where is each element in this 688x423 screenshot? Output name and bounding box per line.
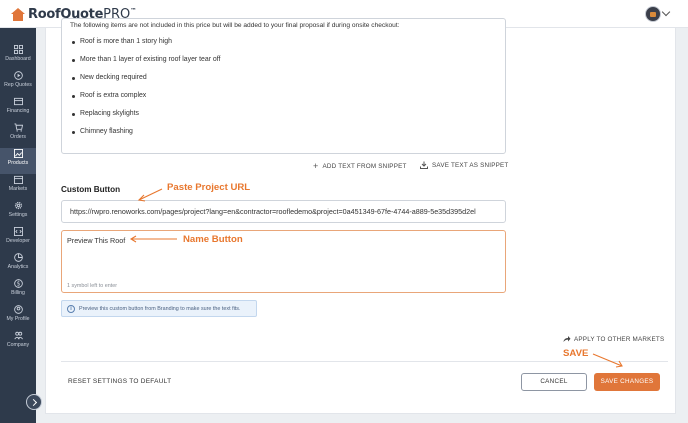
sidebar-item-my-profile[interactable]: My Profile [0,304,36,330]
character-counter: 1 symbol left to enter [67,283,118,289]
sidebar-item-label: Dashboard [5,56,31,62]
reset-settings-button[interactable]: RESET SETTINGS TO DEFAULT [68,378,171,385]
info-banner: i Preview this custom button from Brandi… [61,300,257,317]
divider [61,361,668,362]
apply-to-other-markets-button[interactable]: APPLY TO OTHER MARKETS [563,335,664,343]
list-item: Replacing skylights [72,109,220,127]
sidebar-item-label: Company [6,342,30,348]
annotation-paste-url: Paste Project URL [167,182,251,193]
sidebar-item-orders[interactable]: Orders [0,122,36,148]
list-item: More than 1 layer of existing roof layer… [72,55,220,73]
plus-icon: + [313,161,319,171]
sidebar-item-label: My Profile [6,316,30,322]
info-icon: i [67,304,75,313]
sidebar-item-analytics[interactable]: Analytics [0,252,36,278]
sidebar-expand-button[interactable] [26,394,42,410]
save-text-as-snippet-button[interactable]: SAVE TEXT AS SNIPPET [420,161,508,169]
sidebar-item-label: Billing [11,290,25,296]
dashboard-icon [13,45,23,54]
sidebar-item-label: Orders [10,134,26,140]
financing-icon [13,97,23,106]
sidebar-item-rep-quotes[interactable]: Rep Quotes [0,70,36,96]
cancel-button[interactable]: CANCEL [521,373,587,391]
cart-icon [13,123,23,132]
gear-icon [14,201,22,210]
custom-button-url-input[interactable]: https://rwpro.renoworks.com/pages/projec… [61,200,506,223]
custom-button-title: Custom Button [61,185,121,194]
sidebar-item-dashboard[interactable]: Dashboard [0,44,36,70]
url-value: https://rwpro.renoworks.com/pages/projec… [70,207,476,216]
share-arrow-icon [563,336,571,342]
user-icon [13,305,23,314]
house-logo-icon [11,7,25,21]
sidebar-item-label: Analytics [7,264,29,270]
save-changes-button[interactable]: SAVE CHANGES [594,373,660,391]
play-circle-icon [13,71,23,80]
chevron-down-icon[interactable] [661,7,671,17]
company-icon [13,331,23,340]
sidebar-item-label: Rep Quotes [4,82,32,88]
svg-text:$: $ [16,282,20,288]
code-icon [13,227,23,236]
list-item: Chimney flashing [72,127,220,145]
list-item: Roof is more than 1 story high [72,37,220,55]
pie-chart-icon [13,253,23,262]
sidebar-item-products[interactable]: Products [0,148,36,174]
list-item: Roof is extra complex [72,91,220,109]
sidebar-item-markets[interactable]: Markets [0,174,36,200]
add-text-from-snippet-button[interactable]: + ADD TEXT FROM SNIPPET [313,161,407,171]
intro-text: The following items are not included in … [70,22,400,29]
sidebar-item-label: Products [7,160,29,166]
annotation-name-button: Name Button [183,234,243,245]
dollar-icon: $ [13,279,23,288]
sidebar-item-developer[interactable]: Developer [0,226,36,252]
sidebar-item-financing[interactable]: Financing [0,96,36,122]
avatar[interactable] [645,6,661,22]
sidebar-item-billing[interactable]: $ Billing [0,278,36,304]
sidebar-item-label: Markets [8,186,28,192]
custom-button-name-input[interactable]: Preview This Roof 1 symbol left to enter [61,230,506,293]
calendar-icon [13,175,23,184]
download-icon [420,161,428,169]
products-icon [13,149,23,158]
bullet-list: Roof is more than 1 story high More than… [72,37,220,145]
sidebar-item-label: Financing [6,108,30,114]
sidebar-item-company[interactable]: Company [0,330,36,356]
sidebar: Dashboard Rep Quotes Financing Orders Pr… [0,28,36,423]
list-item: New decking required [72,73,220,91]
annotation-save: SAVE [563,348,589,359]
sidebar-item-label: Developer [6,238,30,244]
button-name-value: Preview This Roof [67,236,126,245]
proposal-text-editor[interactable]: The following items are not included in … [61,18,506,154]
sidebar-item-settings[interactable]: Settings [0,200,36,226]
sidebar-item-label: Settings [8,212,28,218]
